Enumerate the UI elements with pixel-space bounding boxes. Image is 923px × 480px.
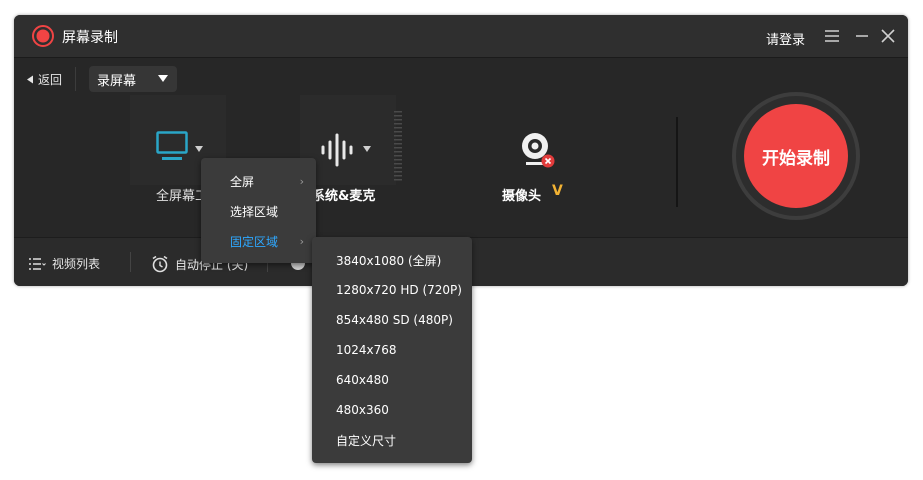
size-option[interactable]: 1024x768: [312, 335, 472, 365]
divider: [676, 117, 678, 207]
video-list-label: 视频列表: [52, 257, 101, 271]
title-bar: 屏幕录制 请登录: [14, 15, 908, 58]
size-option-label: 3840x1080 (全屏): [336, 253, 442, 268]
list-icon: [29, 257, 46, 270]
close-icon[interactable]: [880, 28, 896, 44]
back-button[interactable]: 返回: [26, 71, 62, 88]
video-list-button[interactable]: 视频列表: [28, 255, 100, 272]
back-label: 返回: [38, 73, 63, 87]
menu-item-label: 固定区域: [230, 234, 279, 249]
size-option-label: 854x480 SD (480P): [336, 313, 453, 327]
size-option-label: 480x360: [336, 403, 389, 417]
size-option[interactable]: 640x480: [312, 365, 472, 395]
audio-level-meter: [394, 111, 402, 181]
record-mode-select[interactable]: 录屏幕: [89, 66, 177, 92]
size-option[interactable]: 854x480 SD (480P): [312, 305, 472, 335]
size-option[interactable]: 480x360: [312, 395, 472, 425]
record-mode-value: 录屏幕: [97, 73, 137, 89]
menu-item-fixed-region[interactable]: 固定区域 ›: [201, 226, 316, 256]
camera-label: 摄像头: [502, 189, 542, 204]
alarm-clock-icon: [152, 255, 168, 273]
size-option-label: 1024x768: [336, 343, 397, 357]
size-option-label: 自定义尺寸: [336, 433, 397, 448]
size-option-label: 1280x720 HD (720P): [336, 283, 462, 297]
app-title: 屏幕录制: [62, 30, 118, 46]
vip-badge: V: [552, 183, 563, 199]
minimize-icon[interactable]: [854, 28, 870, 44]
fixed-size-submenu: 3840x1080 (全屏) 1280x720 HD (720P) 854x48…: [312, 237, 472, 463]
screen-dropdown-icon[interactable]: [194, 145, 204, 153]
divider: [130, 252, 131, 272]
audio-wave-icon: [321, 133, 353, 167]
size-option[interactable]: 3840x1080 (全屏): [312, 245, 472, 275]
app-logo-icon: [32, 25, 54, 47]
dropdown-arrow-icon: [158, 75, 168, 82]
menu-item-fullscreen[interactable]: 全屏 ›: [201, 166, 316, 196]
size-option-label: 640x480: [336, 373, 389, 387]
menu-icon[interactable]: [824, 28, 840, 44]
start-record-button[interactable]: 开始录制: [744, 104, 848, 208]
menu-item-label: 选择区域: [230, 204, 279, 219]
webcam-icon: [522, 133, 555, 168]
camera-panel[interactable]: 摄像头 V: [484, 95, 594, 204]
screen-options-menu: 全屏 › 选择区域 固定区域 ›: [201, 158, 316, 263]
back-arrow-icon: [27, 75, 33, 84]
size-option[interactable]: 1280x720 HD (720P): [312, 275, 472, 305]
menu-item-label: 全屏: [230, 174, 255, 189]
audio-label: 系统&麦克: [312, 189, 376, 204]
chevron-right-icon: ›: [299, 234, 304, 248]
monitor-icon: [156, 131, 188, 160]
divider: [75, 67, 76, 91]
chevron-right-icon: ›: [299, 174, 304, 188]
menu-item-select-region[interactable]: 选择区域: [201, 196, 316, 226]
login-link[interactable]: 请登录: [766, 29, 805, 48]
size-option-custom[interactable]: 自定义尺寸: [312, 425, 472, 455]
audio-dropdown-icon[interactable]: [362, 145, 372, 153]
